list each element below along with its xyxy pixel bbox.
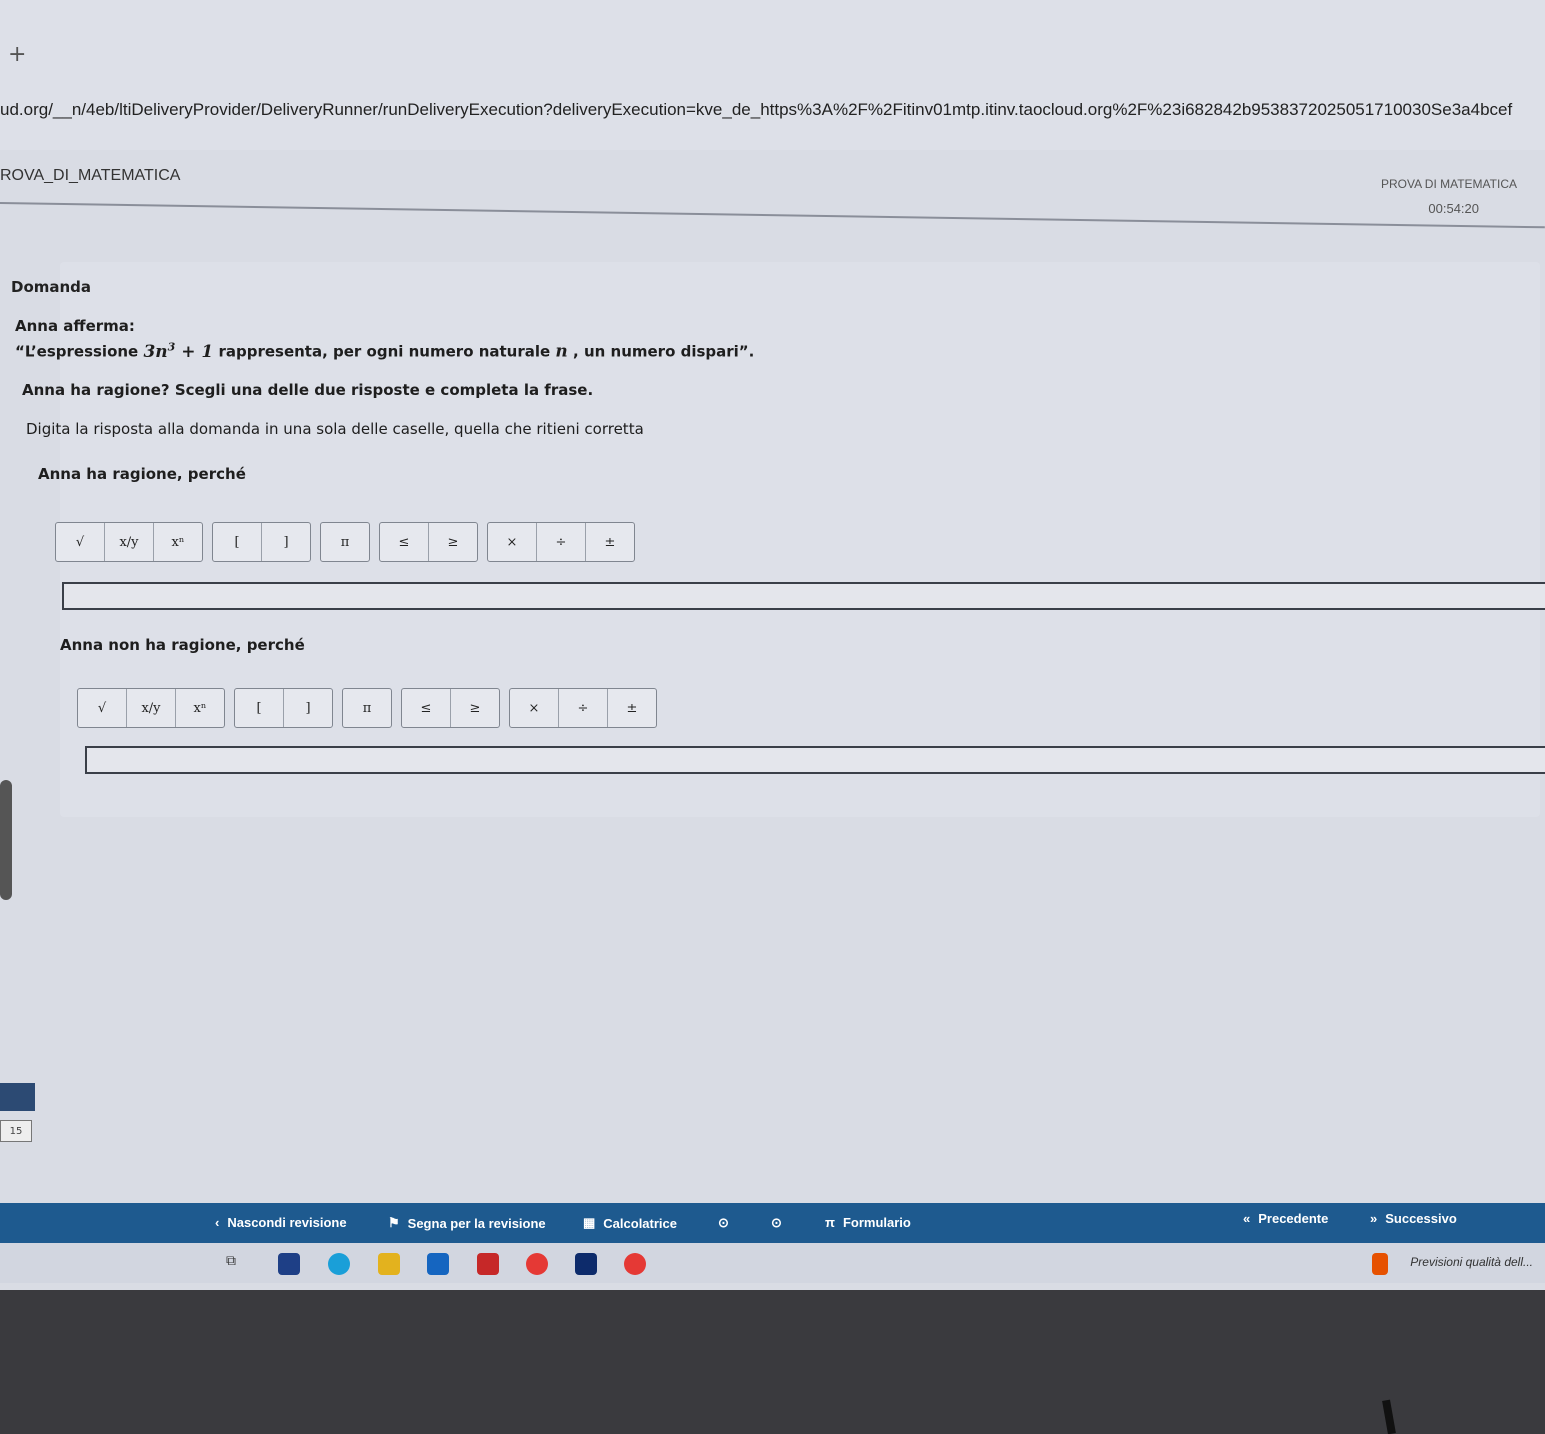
chrome-icon[interactable] [624,1253,646,1275]
screen: + ud.org/__n/4eb/ltiDeliveryProvider/Del… [0,0,1545,1290]
target-icon: ⊙ [718,1215,729,1230]
math-variable: n [555,341,568,362]
times-key[interactable]: × [510,689,559,727]
app-icon-l[interactable] [575,1253,597,1275]
key-group-basic: √ x/y xⁿ [77,688,225,728]
right-bracket-key[interactable]: ] [284,689,332,727]
statement-prefix: “L’espressione [15,342,144,361]
new-tab-button[interactable]: + [8,42,26,67]
key-group-compare: ≤ ≥ [401,688,500,728]
test-navbar: ‹ Nascondi revisione ⚑ Segna per la revi… [0,1203,1545,1243]
formulary-label: Formulario [842,1215,911,1230]
math-toolbar-yes: √ x/y xⁿ [ ] π ≤ ≥ × ÷ ± [55,522,635,562]
plus-minus-key[interactable]: ± [586,523,634,561]
zoom-in-button[interactable]: ⊙ [771,1215,782,1231]
statement-suffix: , un numero dispari”. [567,342,755,361]
question-label: Domanda [11,278,92,296]
next-button[interactable]: » Successivo [1370,1211,1457,1226]
test-name-small: PROVA DI MATEMATICA [1380,177,1517,191]
key-group-ops: × ÷ ± [509,688,657,728]
next-label: Successivo [1385,1211,1457,1226]
times-key[interactable]: × [488,523,537,561]
pi-key[interactable]: π [321,523,369,561]
address-bar[interactable]: ud.org/__n/4eb/ltiDeliveryProvider/Deliv… [0,100,1545,120]
key-group-pi: π [342,688,392,728]
expr-base: 3n [143,341,168,362]
zoom-out-button[interactable]: ⊙ [718,1215,729,1231]
hide-review-button[interactable]: ‹ Nascondi revisione [215,1215,347,1230]
test-title: ROVA_DI_MATEMATICA [0,167,181,184]
question-prompt: Anna ha ragione? Scegli una delle due ri… [22,381,594,399]
hide-review-label: Nascondi revisione [227,1215,347,1230]
sidebar-scrollbar[interactable] [0,780,12,900]
option-no-label: Anna non ha ragione, perché [60,636,305,654]
math-expression: 3n3 + 1 [143,340,214,362]
sidebar-active-item[interactable] [0,1083,35,1111]
sqrt-key[interactable]: √ [78,689,127,727]
double-chevron-left-icon: « [1243,1211,1251,1226]
key-group-brackets: [ ] [212,522,311,562]
timer: 00:54:20 [1428,201,1479,216]
question-statement: “L’espressione 3n3 + 1 rappresenta, per … [15,340,754,362]
chrome-icon[interactable] [526,1253,548,1275]
calculator-icon: ▦ [583,1215,596,1230]
statement-mid: rappresenta, per ogni numero naturale [213,342,556,361]
calculator-button[interactable]: ▦ Calcolatrice [583,1215,677,1231]
outlook-icon[interactable] [427,1253,449,1275]
chevron-left-icon: ‹ [215,1215,220,1230]
pi-icon: π [825,1215,835,1230]
task-view-icon[interactable]: ⧉ [226,1253,248,1275]
key-group-basic: √ x/y xⁿ [55,522,203,562]
right-bracket-key[interactable]: ] [262,523,310,561]
divide-key[interactable]: ÷ [559,689,608,727]
key-group-compare: ≤ ≥ [379,522,478,562]
question-intro: Anna afferma: [15,317,135,335]
news-widget[interactable]: Previsioni qualità dell... [1410,1255,1533,1269]
power-key[interactable]: xⁿ [154,523,202,561]
left-bracket-key[interactable]: [ [213,523,262,561]
key-group-pi: π [320,522,370,562]
option-yes-label: Anna ha ragione, perché [38,465,246,483]
app-icon-red[interactable] [477,1253,499,1275]
power-key[interactable]: xⁿ [176,689,224,727]
expr-tail: + 1 [175,341,214,362]
left-bracket-key[interactable]: [ [235,689,284,727]
pi-key[interactable]: π [343,689,391,727]
answer-input-no[interactable] [85,746,1545,774]
math-toolbar-no: √ x/y xⁿ [ ] π ≤ ≥ × ÷ ± [77,688,657,728]
os-taskbar: ⧉ Previsioni qualità dell... [0,1243,1545,1283]
answer-input-yes[interactable] [62,582,1545,610]
greater-equal-key[interactable]: ≥ [429,523,477,561]
previous-label: Precedente [1258,1211,1329,1226]
mark-review-button[interactable]: ⚑ Segna per la revisione [388,1215,546,1231]
question-instruction: Digita la risposta alla domanda in una s… [26,420,644,438]
less-equal-key[interactable]: ≤ [402,689,451,727]
sqrt-key[interactable]: √ [56,523,105,561]
flag-icon: ⚑ [388,1215,400,1230]
calculator-label: Calcolatrice [603,1215,677,1231]
file-explorer-icon[interactable] [378,1253,400,1275]
greater-equal-key[interactable]: ≥ [451,689,499,727]
formulary-button[interactable]: π Formulario [825,1215,911,1230]
previous-button[interactable]: « Precedente [1243,1211,1328,1226]
edge-icon[interactable] [328,1253,350,1275]
calendar-app-icon[interactable] [278,1253,300,1275]
target-icon: ⊙ [771,1215,782,1230]
weather-icon[interactable] [1372,1253,1388,1275]
fraction-key[interactable]: x/y [105,523,154,561]
less-equal-key[interactable]: ≤ [380,523,429,561]
browser-chrome: + ud.org/__n/4eb/ltiDeliveryProvider/Del… [0,0,1545,150]
sidebar-page-number[interactable]: 15 [0,1120,32,1142]
plus-minus-key[interactable]: ± [608,689,656,727]
double-chevron-right-icon: » [1370,1211,1378,1226]
divide-key[interactable]: ÷ [537,523,586,561]
mark-review-label: Segna per la revisione [407,1215,546,1231]
key-group-brackets: [ ] [234,688,333,728]
key-group-ops: × ÷ ± [487,522,635,562]
fraction-key[interactable]: x/y [127,689,176,727]
monitor-bezel [0,1290,1545,1434]
